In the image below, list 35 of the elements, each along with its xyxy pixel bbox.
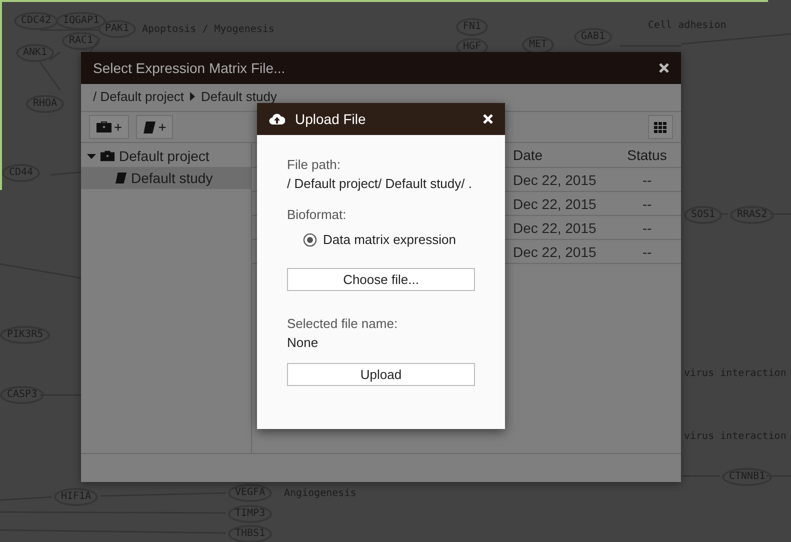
file-path-text: / Default project/ Default study/ .	[287, 176, 472, 191]
caret-down-icon	[87, 152, 96, 160]
table-cell-text: Dec 22, 2015	[512, 220, 598, 236]
grid-icon	[654, 122, 667, 132]
caret-right-icon	[190, 92, 196, 101]
table-cell-text: Dec 22, 2015	[512, 196, 598, 212]
radio-checked-icon	[303, 232, 317, 246]
field-label: File path:	[287, 157, 340, 172]
column-header[interactable]: Date	[509, 147, 613, 163]
tree-item[interactable]: Default study	[81, 167, 251, 189]
close-icon[interactable]	[659, 63, 669, 73]
table-cell-text: --	[641, 220, 653, 236]
tree-item[interactable]: Default project	[81, 145, 251, 167]
upload-button[interactable]: Upload	[287, 363, 475, 386]
table-cell-text: Dec 22, 2015	[512, 244, 598, 260]
table-cell-text: Dec 22, 2015	[512, 172, 598, 188]
radio-option[interactable]: Data matrix expression	[303, 232, 456, 247]
selected-file-name: None	[287, 335, 318, 350]
breadcrumb-link[interactable]: Default study	[201, 89, 277, 104]
breadcrumb-link[interactable]: / Default project	[93, 89, 184, 104]
briefcase-icon	[96, 121, 112, 133]
table-cell-text: --	[641, 172, 653, 188]
briefcase-icon	[100, 150, 115, 162]
dialog-title: Select Expression Matrix File...	[93, 60, 286, 76]
cloud-upload-icon	[269, 113, 285, 125]
new-project-button[interactable]: +	[89, 115, 130, 139]
table-cell-text: --	[641, 196, 653, 212]
table-cell-text: --	[641, 244, 653, 260]
column-header[interactable]: Status	[613, 147, 681, 163]
field-label: Selected file name:	[287, 316, 398, 331]
new-study-button[interactable]: +	[136, 115, 174, 139]
grid-view-button[interactable]	[648, 115, 673, 139]
field-label: Bioformat:	[287, 207, 346, 222]
upload-dialog-title: Upload File	[295, 111, 367, 127]
choose-file-button[interactable]: Choose file...	[287, 268, 475, 291]
